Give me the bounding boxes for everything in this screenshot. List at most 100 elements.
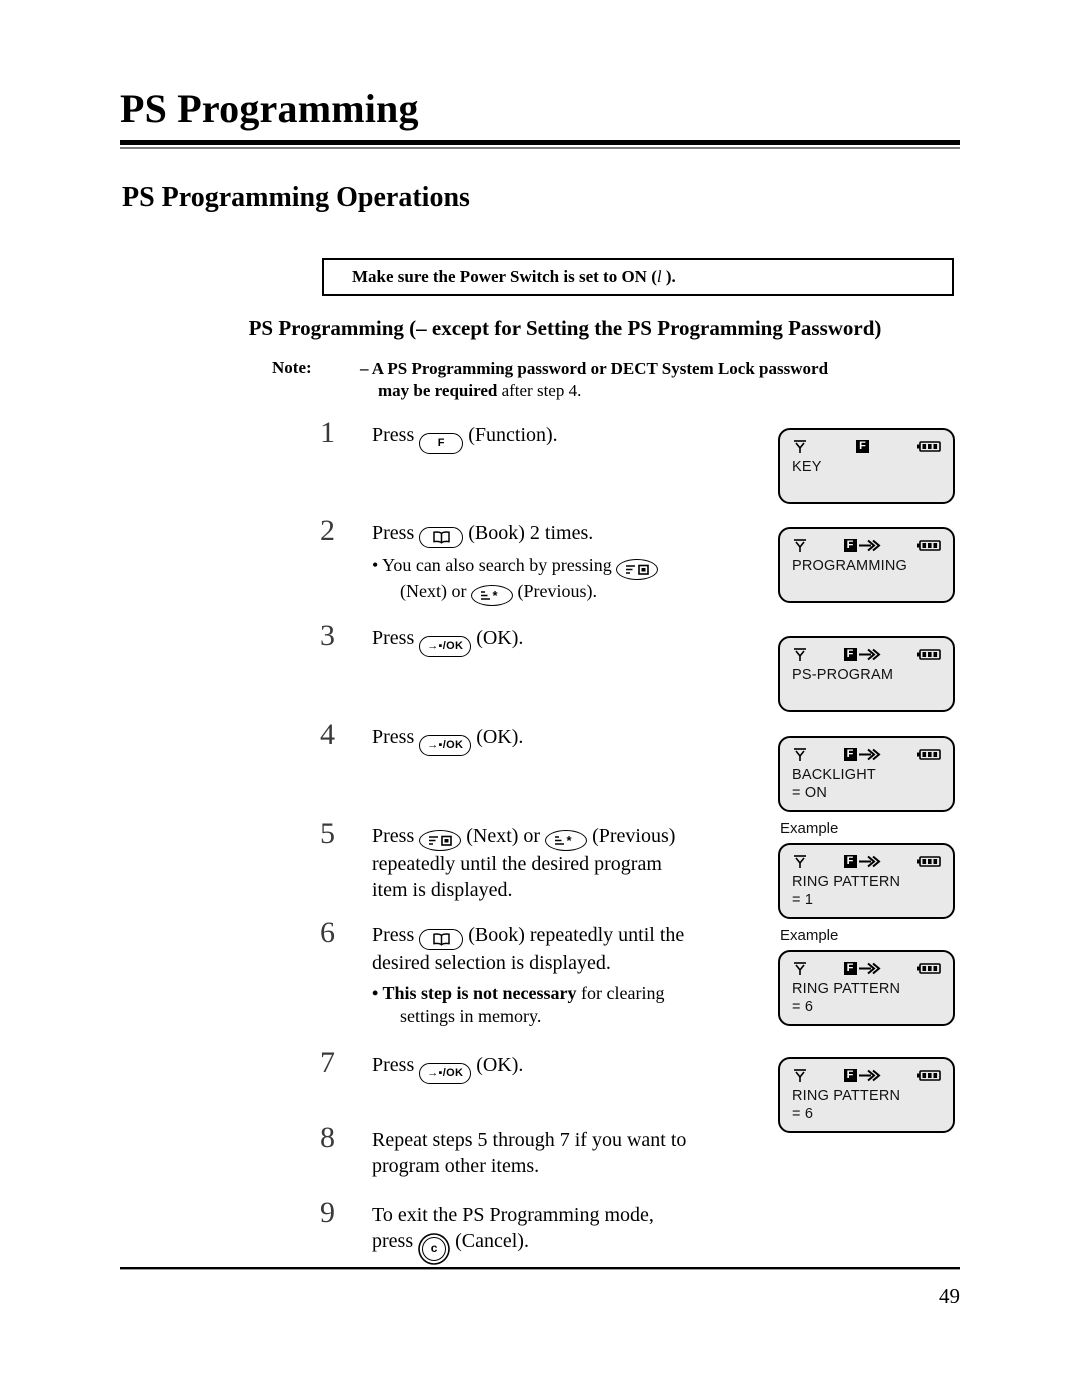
step-6-line2: desired selection is displayed. xyxy=(372,952,611,974)
double-chevron-arrow-icon xyxy=(858,539,881,552)
lcd-f-indicator: F xyxy=(856,439,869,453)
step-3-post: (OK). xyxy=(471,627,524,649)
lcd-display-backlight: F BACKLIGHT = ON xyxy=(778,736,955,812)
header-rule-thick xyxy=(120,140,960,145)
function-key-icon[interactable]: F xyxy=(419,432,464,454)
step-9-line2: press c (Cancel). xyxy=(372,1228,654,1261)
book-glyph xyxy=(432,933,450,946)
note-line-1-text: – A PS Programming password or DECT Syst… xyxy=(360,359,829,378)
step-5-line2: repeatedly until the desired program xyxy=(372,853,662,875)
step-5-line3: item is displayed. xyxy=(372,879,513,901)
step-1: 1 Press F (Function). xyxy=(320,418,558,454)
step-2-bullet-mid: (Next) or xyxy=(400,581,471,601)
step-6-body: Press (Book) repeatedly until the desire… xyxy=(372,918,684,1029)
antenna-icon xyxy=(794,1069,806,1082)
step-2-bullet-post: (Previous). xyxy=(512,581,597,601)
book-key-icon[interactable] xyxy=(419,527,464,548)
lcd-line-1: RING PATTERN xyxy=(792,874,901,890)
lcd-line-2: = 1 xyxy=(792,892,814,909)
book-key-icon[interactable] xyxy=(419,929,464,950)
next-key-icon[interactable] xyxy=(419,830,462,851)
page-header: PS Programming xyxy=(120,88,960,149)
lcd-line-1: RING PATTERN xyxy=(792,1088,901,1104)
lcd-f-indicator: F xyxy=(843,854,857,868)
step-4-body: Press →▪/OK (OK). xyxy=(372,720,523,756)
lcd-line-1: PS-PROGRAM xyxy=(792,667,894,683)
step-9-post: (Cancel). xyxy=(450,1230,529,1252)
step-3-pre: Press xyxy=(372,627,420,649)
lcd-line-2: = ON xyxy=(792,785,828,802)
lcd-line-2: = 6 xyxy=(792,999,814,1016)
lcd-status-icons: F xyxy=(792,437,943,455)
note-label: Note: xyxy=(272,358,312,377)
step-5-body: Press (Next) or * (Previous) repeatedly … xyxy=(372,819,675,903)
double-chevron-arrow-icon xyxy=(858,648,881,661)
ok-key-icon[interactable]: →▪/OK xyxy=(419,734,472,756)
next-glyph xyxy=(626,564,650,575)
double-chevron-arrow-icon xyxy=(858,1069,881,1082)
lcd-f-indicator: F xyxy=(843,961,857,975)
page-title: PS Programming xyxy=(120,86,419,131)
previous-glyph: * xyxy=(555,834,573,847)
antenna-icon xyxy=(794,748,806,761)
antenna-icon xyxy=(794,648,806,661)
previous-glyph: * xyxy=(480,589,498,602)
svg-text:*: * xyxy=(567,834,573,847)
lcd-f-indicator: F xyxy=(843,1068,857,1082)
previous-key-icon[interactable]: * xyxy=(470,585,513,606)
step-6-bullet-bold: • This step is not necessary xyxy=(372,983,577,1003)
note-block: Note: – A PS Programming password or DEC… xyxy=(272,358,972,401)
step-6-bullet: • This step is not necessary for clearin… xyxy=(372,982,684,1029)
lcd-status-icons: F xyxy=(792,959,943,977)
battery-icon xyxy=(917,539,941,551)
step-7-post: (OK). xyxy=(471,1054,524,1076)
power-switch-callout: Make sure the Power Switch is set to ON … xyxy=(322,258,954,296)
step-5-number: 5 xyxy=(320,817,335,850)
note-line-2-bold: may be required xyxy=(378,380,498,400)
lcd-display-ps-program: F PS-PROGRAM xyxy=(778,636,955,712)
example-label: Example xyxy=(780,927,839,944)
lcd-line-1: PROGRAMMING xyxy=(792,558,907,574)
lcd-status-icons: F xyxy=(792,852,943,870)
step-9: 9 To exit the PS Programming mode, press… xyxy=(320,1198,654,1261)
step-9-line1: To exit the PS Programming mode, xyxy=(372,1204,654,1226)
step-6-bullet-line2: settings in memory. xyxy=(400,1006,542,1027)
step-3: 3 Press →▪/OK (OK). xyxy=(320,621,523,657)
lcd-f-indicator-group: F xyxy=(843,745,882,763)
step-9-pre: press xyxy=(372,1230,419,1252)
step-1-body: Press F (Function). xyxy=(372,418,558,454)
lcd-f-indicator: F xyxy=(843,747,857,761)
step-2-bullet: • You can also search by pressing (Next)… xyxy=(372,554,659,606)
lcd-status-icons: F xyxy=(792,645,943,663)
step-1-number: 1 xyxy=(320,416,335,449)
ok-key-icon[interactable]: →▪/OK xyxy=(419,635,472,657)
cancel-key-icon[interactable]: c xyxy=(422,1236,447,1261)
step-4-post: (OK). xyxy=(471,726,524,748)
double-chevron-arrow-icon xyxy=(858,748,881,761)
lcd-display-key: F KEY xyxy=(778,428,955,504)
step-8-body: Repeat steps 5 through 7 if you want to … xyxy=(372,1123,686,1179)
double-chevron-arrow-icon xyxy=(858,962,881,975)
lcd-status-icons: F xyxy=(792,536,943,554)
step-8-line2: program other items. xyxy=(372,1155,540,1177)
antenna-icon xyxy=(794,440,806,453)
function-key-label: F xyxy=(437,437,445,449)
ok-key-icon[interactable]: →▪/OK xyxy=(419,1062,472,1084)
callout-text-after: ). xyxy=(661,267,676,286)
battery-icon xyxy=(917,855,941,867)
lcd-status-icons: F xyxy=(792,1066,943,1084)
step-7-body: Press →▪/OK (OK). xyxy=(372,1048,523,1084)
step-2-body: Press (Book) 2 times. • You can also sea… xyxy=(372,516,659,606)
step-6-number: 6 xyxy=(320,916,335,949)
section-title: PS Programming Operations xyxy=(122,182,470,213)
lcd-line-1: RING PATTERN xyxy=(792,981,901,997)
previous-key-icon[interactable]: * xyxy=(545,830,588,851)
svg-text:*: * xyxy=(492,589,498,602)
step-5-pre: Press xyxy=(372,825,420,847)
battery-icon xyxy=(917,1069,941,1081)
lcd-display-ring-pattern-1: F RING PATTERN = 1 xyxy=(778,843,955,919)
next-key-icon[interactable] xyxy=(616,559,659,580)
step-6-bullet-rest: for clearing xyxy=(576,983,665,1003)
lcd-line-2: = 6 xyxy=(792,1106,814,1123)
step-4-pre: Press xyxy=(372,726,420,748)
